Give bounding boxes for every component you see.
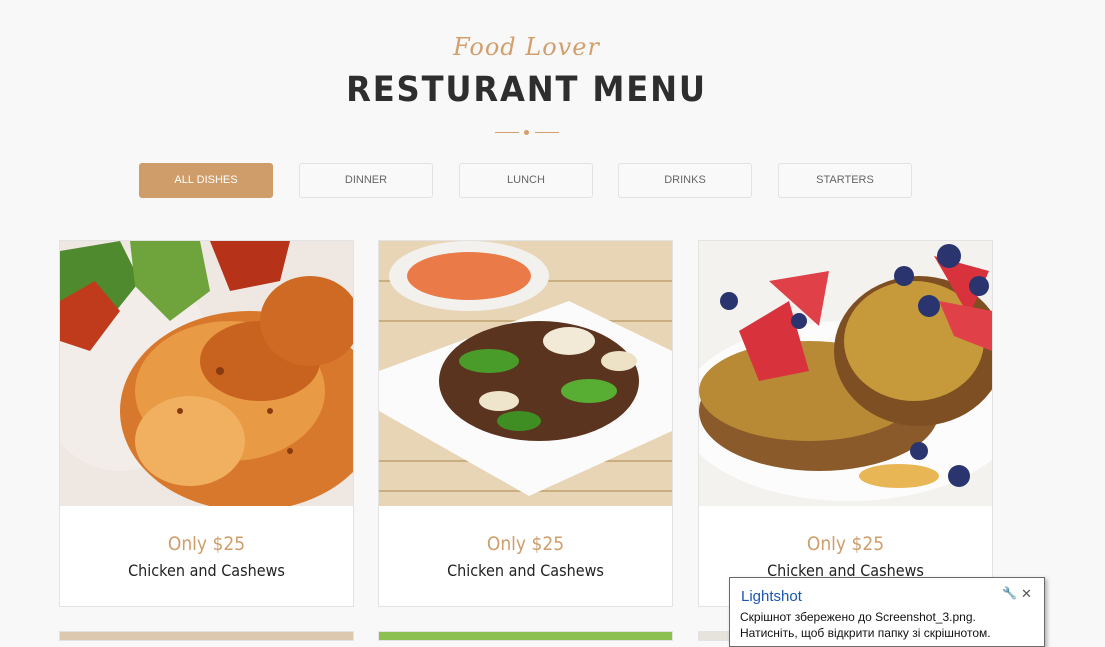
filter-drinks[interactable]: DRINKS	[618, 163, 752, 198]
menu-item-name: Chicken and Cashews	[128, 561, 285, 580]
menu-item-price: Only $25	[806, 533, 885, 555]
menu-item-name: Chicken and Cashews	[447, 561, 604, 580]
roast-chicken-leg-photo	[60, 241, 353, 506]
page-title: RESTURANT MENU	[346, 70, 707, 110]
notification-title: Lightshot	[741, 588, 802, 605]
close-icon[interactable]: ✕	[1021, 586, 1032, 602]
lightshot-notification[interactable]: Lightshot 🔧 ✕ Скрішнот збережено до Scre…	[729, 577, 1045, 647]
menu-item-price: Only $25	[167, 533, 246, 555]
filter-starters[interactable]: STARTERS	[778, 163, 912, 198]
filter-lunch[interactable]: LUNCH	[459, 163, 593, 198]
wrench-icon[interactable]: 🔧	[1002, 586, 1017, 600]
menu-item-card[interactable]: Only $25 Chicken and Cashews	[698, 240, 993, 607]
menu-item-card[interactable]: Only $25 Chicken and Cashews	[59, 240, 354, 607]
section-subtitle: Food Lover	[453, 33, 600, 61]
filter-dinner[interactable]: DINNER	[299, 163, 433, 198]
notification-message[interactable]: Скрішнот збережено до Screenshot_3.png. …	[740, 609, 1036, 641]
menu-item-price: Only $25	[486, 533, 565, 555]
beef-pepper-stir-fry-photo	[379, 241, 672, 506]
french-toast-berries-photo	[699, 241, 992, 506]
menu-item-card[interactable]: Only $25 Chicken and Cashews	[378, 240, 673, 607]
title-divider	[495, 128, 559, 136]
filter-all-dishes[interactable]: ALL DISHES	[139, 163, 273, 198]
menu-item-card[interactable]	[378, 631, 673, 641]
menu-item-card[interactable]	[59, 631, 354, 641]
